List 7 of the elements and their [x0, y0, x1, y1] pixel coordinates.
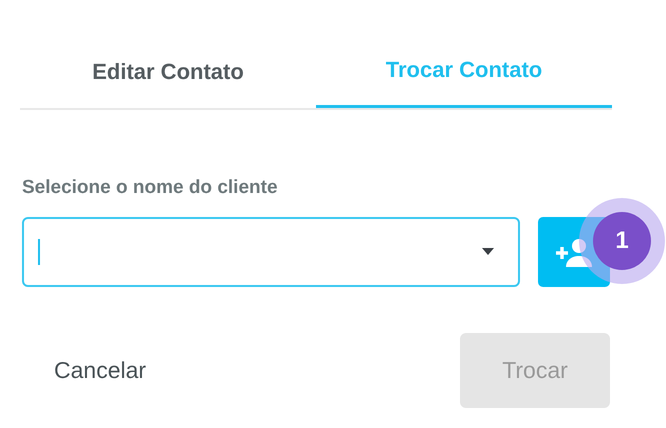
client-select-field[interactable]	[22, 216, 520, 286]
field-label: Selecione o nome do cliente	[22, 176, 279, 200]
add-person-icon	[554, 236, 594, 266]
dropdown-caret-icon	[482, 248, 494, 255]
step-number-tooltip: 1	[579, 198, 665, 284]
cancel-button[interactable]: Cancelar	[54, 352, 146, 388]
tab[interactable]: Editar Contato	[20, 34, 316, 108]
